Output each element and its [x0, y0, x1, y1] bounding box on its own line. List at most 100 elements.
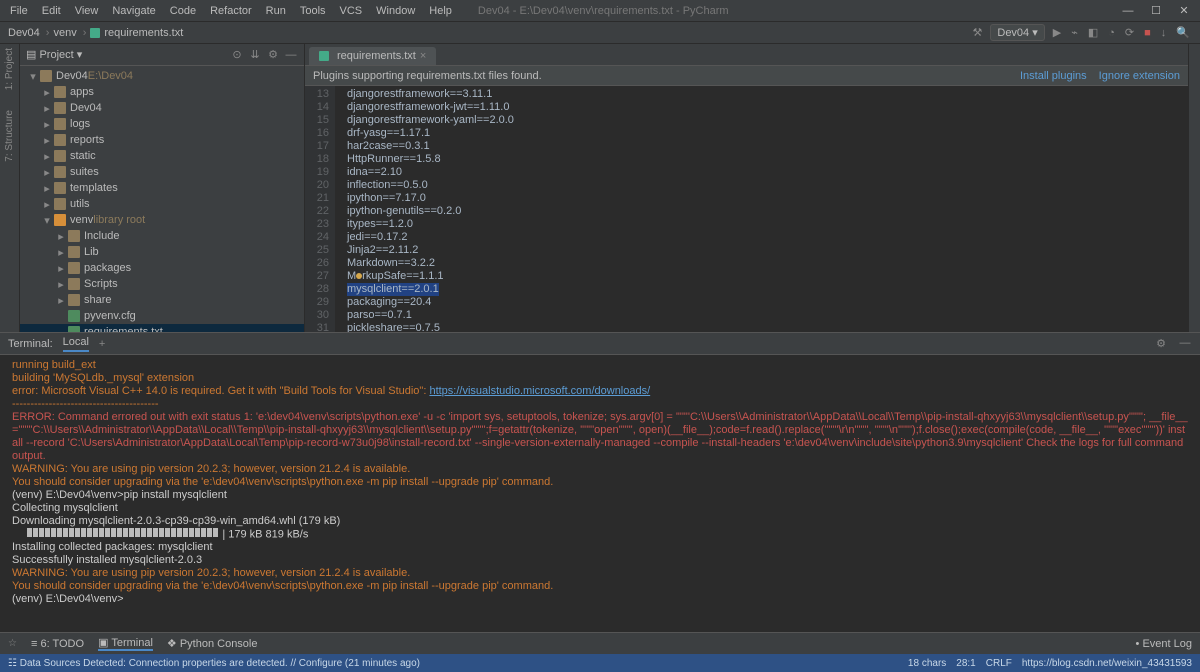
arrow-icon[interactable]: ▸: [42, 118, 52, 131]
tree-row-include[interactable]: ▸Include: [20, 228, 304, 244]
menu-refactor[interactable]: Refactor: [204, 3, 258, 19]
tree-row-share[interactable]: ▸share: [20, 292, 304, 308]
breadcrumb-project[interactable]: Dev04: [8, 27, 40, 39]
code-line[interactable]: jedi==0.17.2: [347, 231, 1176, 244]
tree-row-utils[interactable]: ▸utils: [20, 196, 304, 212]
maximize-icon[interactable]: ☐: [1144, 3, 1168, 19]
arrow-icon[interactable]: ▸: [42, 102, 52, 115]
tree-row-logs[interactable]: ▸logs: [20, 116, 304, 132]
hide-icon[interactable]: —: [1178, 337, 1192, 350]
menu-file[interactable]: File: [4, 3, 34, 19]
python-console-button[interactable]: ❖ Python Console: [167, 637, 258, 650]
code-line[interactable]: MrkupSafe==1.1.1: [347, 270, 1176, 283]
breadcrumb-folder[interactable]: venv: [53, 27, 76, 39]
menu-code[interactable]: Code: [164, 3, 202, 19]
arrow-icon[interactable]: ▾: [28, 70, 38, 83]
tree-row-scripts[interactable]: ▸Scripts: [20, 276, 304, 292]
search-icon[interactable]: 🔍: [1174, 26, 1192, 39]
status-enc[interactable]: https://blog.csdn.net/weixin_43431593: [1022, 658, 1192, 669]
arrow-icon[interactable]: ▸: [56, 262, 66, 275]
update-icon[interactable]: ↓: [1159, 27, 1169, 39]
terminal-prompt[interactable]: (venv) E:\Dev04\venv>: [12, 593, 1188, 606]
arrow-icon[interactable]: ▾: [42, 214, 52, 227]
run-config-select[interactable]: Dev04 ▾: [990, 24, 1044, 41]
arrow-icon[interactable]: ▸: [56, 278, 66, 291]
gear-icon[interactable]: ⚙: [266, 48, 280, 61]
tree-row-pyvenv-cfg[interactable]: pyvenv.cfg: [20, 308, 304, 324]
target-icon[interactable]: ⊙: [230, 48, 244, 61]
debug-icon[interactable]: ⌁: [1069, 26, 1080, 39]
code-line[interactable]: djangorestframework-jwt==1.11.0: [347, 101, 1176, 114]
menu-vcs[interactable]: VCS: [334, 3, 369, 19]
code-line[interactable]: Jinja2==2.11.2: [347, 244, 1176, 257]
profile-icon[interactable]: ◔: [1106, 27, 1117, 39]
project-tree[interactable]: ▾Dev04 E:\Dev04▸apps▸Dev04▸logs▸reports▸…: [20, 66, 304, 332]
code-line[interactable]: mysqlclient==2.0.1: [347, 283, 1176, 296]
menu-navigate[interactable]: Navigate: [106, 3, 161, 19]
stop-icon[interactable]: ■: [1142, 27, 1153, 39]
arrow-icon[interactable]: ▸: [42, 150, 52, 163]
code-body[interactable]: 13141516171819202122232425262728293031 d…: [305, 86, 1188, 332]
code-line[interactable]: parso==0.7.1: [347, 309, 1176, 322]
tree-row-venv[interactable]: ▾venv library root: [20, 212, 304, 228]
build-icon[interactable]: ⚒: [971, 26, 985, 39]
tree-row-apps[interactable]: ▸apps: [20, 84, 304, 100]
tree-row-requirements-txt[interactable]: requirements.txt: [20, 324, 304, 332]
ignore-extension-link[interactable]: Ignore extension: [1099, 70, 1180, 82]
menu-window[interactable]: Window: [370, 3, 421, 19]
minimize-icon[interactable]: —: [1116, 3, 1140, 19]
structure-tool-button[interactable]: 7: Structure: [4, 110, 15, 162]
menu-tools[interactable]: Tools: [294, 3, 332, 19]
arrow-icon[interactable]: ▸: [42, 86, 52, 99]
editor-tab[interactable]: requirements.txt ×: [309, 47, 436, 65]
collapse-icon[interactable]: ⇊: [248, 48, 262, 61]
arrow-icon[interactable]: ▸: [42, 182, 52, 195]
terminal-tool-button[interactable]: ▣ Terminal: [98, 636, 153, 651]
coverage-icon[interactable]: ◧: [1086, 26, 1100, 39]
tree-row-dev04[interactable]: ▸Dev04: [20, 100, 304, 116]
arrow-icon[interactable]: ▸: [42, 166, 52, 179]
status-lf[interactable]: CRLF: [986, 658, 1012, 669]
close-icon[interactable]: ✕: [1172, 3, 1196, 19]
install-plugins-link[interactable]: Install plugins: [1020, 70, 1087, 82]
menu-run[interactable]: Run: [260, 3, 292, 19]
hide-icon[interactable]: —: [284, 49, 298, 61]
code-line[interactable]: djangorestframework-yaml==2.0.0: [347, 114, 1176, 127]
code-line[interactable]: djangorestframework==3.11.1: [347, 88, 1176, 101]
add-terminal-button[interactable]: +: [99, 338, 105, 350]
code-line[interactable]: Markdown==3.2.2: [347, 257, 1176, 270]
project-tool-button[interactable]: 1: Project: [4, 48, 15, 90]
code-line[interactable]: ipython-genutils==0.2.0: [347, 205, 1176, 218]
tree-row-lib[interactable]: ▸Lib: [20, 244, 304, 260]
vs-download-link[interactable]: https://visualstudio.microsoft.com/downl…: [429, 385, 650, 397]
tree-row-suites[interactable]: ▸suites: [20, 164, 304, 180]
menu-edit[interactable]: Edit: [36, 3, 67, 19]
code-line[interactable]: har2case==0.3.1: [347, 140, 1176, 153]
arrow-icon[interactable]: ▸: [56, 246, 66, 259]
terminal-tab-local[interactable]: Local: [63, 336, 89, 352]
arrow-icon[interactable]: ▸: [42, 134, 52, 147]
close-icon[interactable]: ×: [420, 50, 426, 62]
code-line[interactable]: packaging==20.4: [347, 296, 1176, 309]
code-line[interactable]: HttpRunner==1.5.8: [347, 153, 1176, 166]
todo-tool-button[interactable]: ≡ 6: TODO: [31, 638, 84, 650]
tree-row-static[interactable]: ▸static: [20, 148, 304, 164]
code-line[interactable]: idna==2.10: [347, 166, 1176, 179]
code-line[interactable]: itypes==1.2.0: [347, 218, 1176, 231]
terminal-output[interactable]: running build_ext building 'MySQLdb._mys…: [0, 355, 1200, 632]
arrow-icon[interactable]: ▸: [56, 230, 66, 243]
db-icon[interactable]: ☷: [8, 658, 17, 669]
tree-row-packages[interactable]: ▸packages: [20, 260, 304, 276]
attach-icon[interactable]: ⟳: [1123, 26, 1136, 39]
code-line[interactable]: pickleshare==0.7.5: [347, 322, 1176, 332]
gear-icon[interactable]: ⚙: [1154, 337, 1168, 350]
tree-row-templates[interactable]: ▸templates: [20, 180, 304, 196]
breadcrumb-file[interactable]: requirements.txt: [104, 27, 183, 39]
event-log-button[interactable]: • Event Log: [1136, 638, 1192, 650]
code-line[interactable]: inflection==0.5.0: [347, 179, 1176, 192]
arrow-icon[interactable]: ▸: [42, 198, 52, 211]
tree-row-reports[interactable]: ▸reports: [20, 132, 304, 148]
tree-row-dev04[interactable]: ▾Dev04 E:\Dev04: [20, 68, 304, 84]
code-area[interactable]: djangorestframework==3.11.1djangorestfra…: [335, 86, 1188, 332]
favorites-tool-button[interactable]: ☆: [8, 638, 17, 649]
